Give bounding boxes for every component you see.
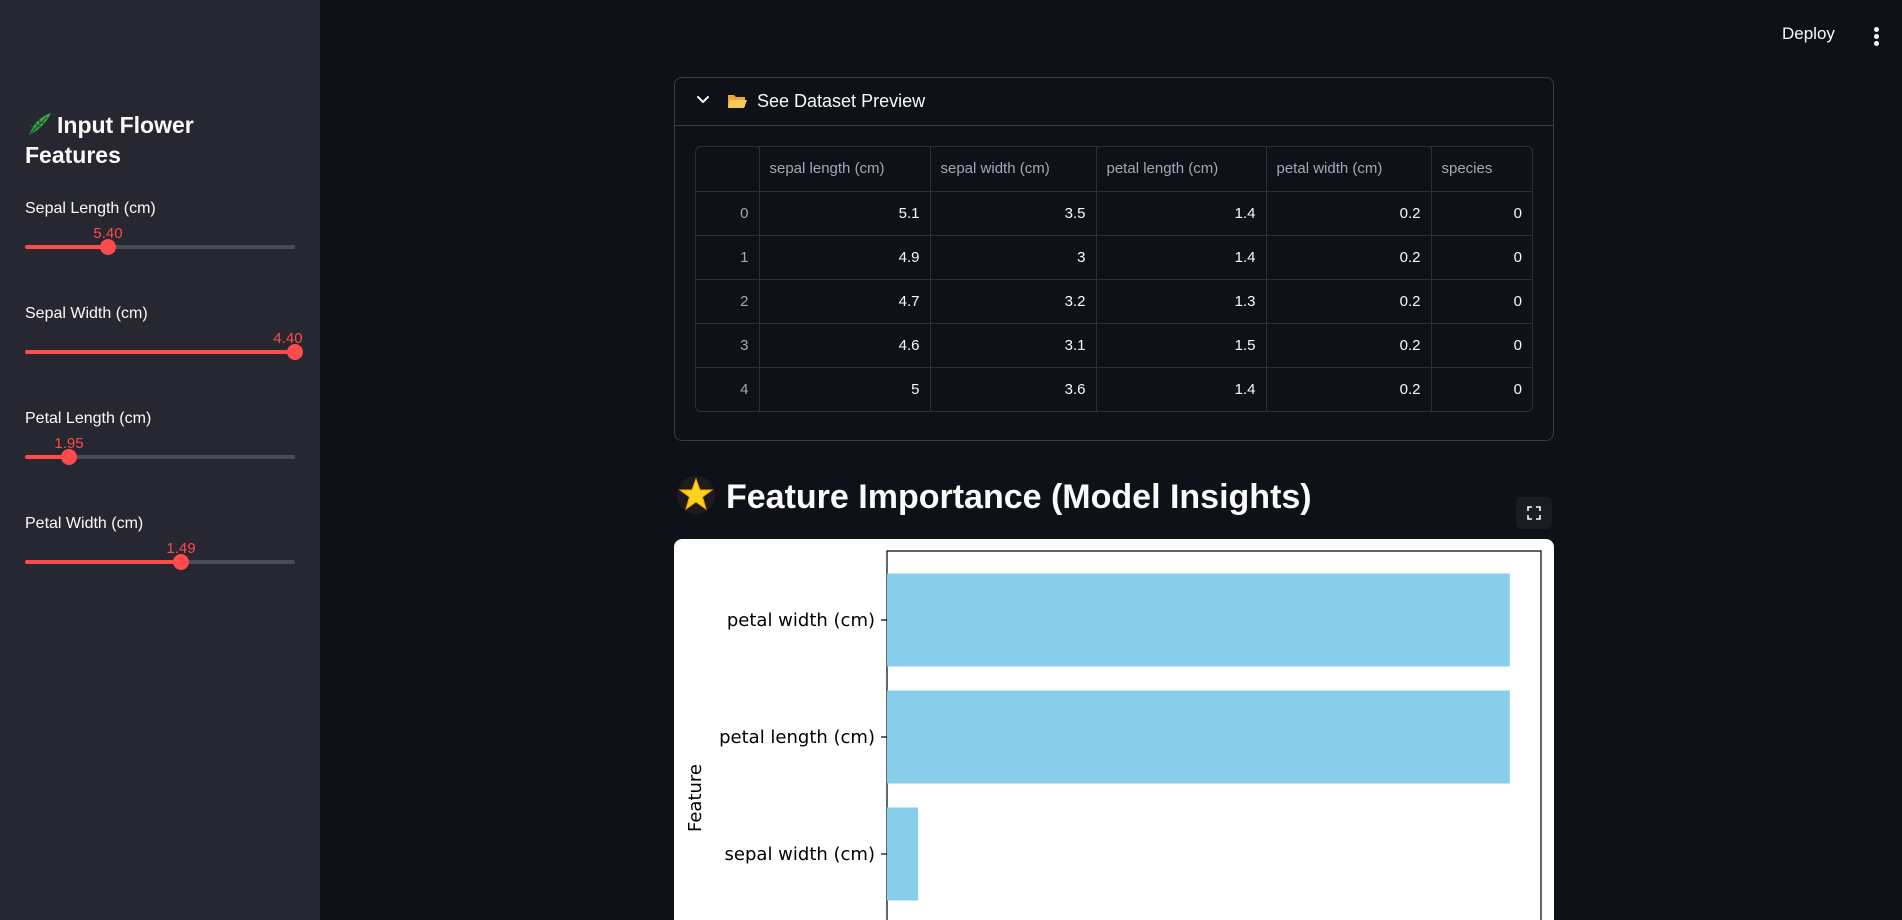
- slider-label: Petal Width (cm): [25, 515, 144, 532]
- column-header[interactable]: petal length (cm): [1096, 147, 1267, 192]
- table-cell[interactable]: 0: [1431, 279, 1532, 324]
- table-cell[interactable]: 1.4: [1096, 367, 1267, 411]
- table-cell[interactable]: 3.1: [930, 323, 1097, 368]
- slider-label: Sepal Width (cm): [25, 305, 148, 322]
- table-row: 2 4.7 3.2 1.3 0.2 0: [696, 279, 1532, 324]
- slider-petal-width[interactable]: Petal Width (cm) 1.49: [25, 515, 295, 595]
- table-cell[interactable]: 3.2: [930, 279, 1097, 324]
- chevron-down-icon: [697, 96, 709, 103]
- kebab-menu-icon[interactable]: [1872, 27, 1880, 47]
- slider-label: Sepal Length (cm): [25, 200, 156, 217]
- table-cell[interactable]: 4.7: [759, 279, 931, 324]
- expander-title: See Dataset Preview: [757, 91, 926, 111]
- slider-fill: [25, 245, 108, 249]
- table-cell[interactable]: 0.2: [1266, 235, 1432, 280]
- bar-0: [887, 573, 1510, 667]
- row-index: 0: [696, 191, 760, 236]
- slider-track[interactable]: [25, 239, 295, 255]
- y-tick-label: petal length (cm): [719, 727, 875, 748]
- column-header[interactable]: species: [1431, 147, 1532, 192]
- slider-fill: [25, 560, 181, 564]
- slider-sepal-width[interactable]: Sepal Width (cm) 4.40: [25, 305, 303, 385]
- row-index: 4: [696, 367, 760, 411]
- table-cell[interactable]: 5: [759, 367, 931, 411]
- sidebar-header: Input Flower Features: [25, 110, 275, 170]
- table-cell[interactable]: 1.5: [1096, 323, 1267, 368]
- column-header[interactable]: sepal width (cm): [930, 147, 1097, 192]
- table-cell[interactable]: 1.4: [1096, 235, 1267, 280]
- table-cell[interactable]: 3.6: [930, 367, 1097, 411]
- slider-track[interactable]: [25, 449, 295, 465]
- table-cell[interactable]: 4.9: [759, 235, 931, 280]
- fullscreen-icon: [1527, 506, 1541, 520]
- data-table: sepal length (cm) sepal width (cm) petal…: [696, 147, 1532, 411]
- row-index: 2: [696, 279, 760, 324]
- slider-label: Petal Length (cm): [25, 410, 152, 427]
- slider-thumb[interactable]: [287, 344, 303, 360]
- table-header-row: sepal length (cm) sepal width (cm) petal…: [696, 147, 1532, 192]
- section-title: Feature Importance (Model Insights): [676, 475, 1312, 517]
- table-row: 3 4.6 3.1 1.5 0.2 0: [696, 323, 1532, 368]
- table-cell[interactable]: 5.1: [759, 191, 931, 236]
- slider-fill: [25, 350, 295, 354]
- sidebar: Input Flower Features Sepal Length (cm) …: [0, 0, 320, 920]
- section-title-text: Feature Importance (Model Insights): [726, 478, 1312, 516]
- table-cell[interactable]: 0.2: [1266, 367, 1432, 411]
- table-cell[interactable]: 1.4: [1096, 191, 1267, 236]
- table-cell[interactable]: 3: [930, 235, 1097, 280]
- slider-track[interactable]: [25, 344, 303, 360]
- table-cell[interactable]: 0.2: [1266, 279, 1432, 324]
- table-cell[interactable]: 0.2: [1266, 191, 1432, 236]
- table-cell[interactable]: 3.5: [930, 191, 1097, 236]
- table-cell[interactable]: 0.2: [1266, 323, 1432, 368]
- table-row: 1 4.9 3 1.4 0.2 0: [696, 235, 1532, 280]
- slider-thumb[interactable]: [61, 449, 77, 465]
- deploy-button[interactable]: Deploy: [1782, 24, 1835, 44]
- y-tick-label: petal width (cm): [727, 610, 875, 631]
- bar-1: [887, 690, 1510, 784]
- table-row: 4 5 3.6 1.4 0.2 0: [696, 367, 1532, 411]
- table-cell[interactable]: 4.6: [759, 323, 931, 368]
- table-cell[interactable]: 0: [1431, 367, 1532, 411]
- feature-importance-chart: Feature petal width (cm) petal length (cm…: [674, 539, 1554, 920]
- dataset-expander: See Dataset Preview sepal length (cm) se…: [674, 77, 1554, 441]
- star-icon: [677, 476, 715, 514]
- chart-svg: Feature petal width (cm) petal length (cm…: [685, 550, 1542, 920]
- expander-header[interactable]: See Dataset Preview: [675, 78, 1553, 126]
- table-row: 0 5.1 3.5 1.4 0.2 0: [696, 191, 1532, 236]
- slider-sepal-length[interactable]: Sepal Length (cm) 5.40: [25, 200, 295, 280]
- table-cell[interactable]: 0: [1431, 235, 1532, 280]
- slider-thumb[interactable]: [100, 239, 116, 255]
- fullscreen-button[interactable]: [1516, 497, 1552, 529]
- column-header[interactable]: sepal length (cm): [759, 147, 931, 192]
- table-cell[interactable]: 0: [1431, 323, 1532, 368]
- table-cell[interactable]: 0: [1431, 191, 1532, 236]
- row-index: 1: [696, 235, 760, 280]
- dataframe[interactable]: sepal length (cm) sepal width (cm) petal…: [695, 146, 1533, 412]
- leaf-icon: [28, 113, 51, 136]
- slider-thumb[interactable]: [173, 554, 189, 570]
- slider-track[interactable]: [25, 554, 295, 570]
- folder-icon: [728, 95, 747, 108]
- row-index: 3: [696, 323, 760, 368]
- column-header: [696, 147, 760, 192]
- table-cell[interactable]: 1.3: [1096, 279, 1267, 324]
- slider-petal-length[interactable]: Petal Length (cm) 1.95: [25, 410, 295, 490]
- column-header[interactable]: petal width (cm): [1266, 147, 1432, 192]
- bar-2: [887, 807, 919, 901]
- y-tick-label: sepal width (cm): [725, 844, 875, 865]
- y-axis-label: Feature: [685, 764, 706, 832]
